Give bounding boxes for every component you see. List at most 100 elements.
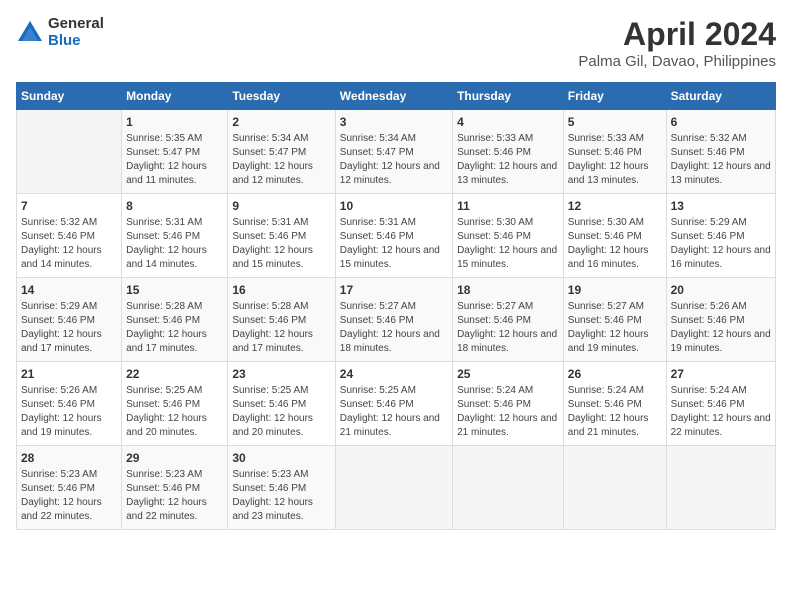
day-number: 1 bbox=[126, 115, 223, 129]
calendar-cell: 7 Sunrise: 5:32 AMSunset: 5:46 PMDayligh… bbox=[17, 194, 122, 278]
day-detail: Sunrise: 5:33 AMSunset: 5:46 PMDaylight:… bbox=[568, 132, 662, 188]
calendar-cell: 10 Sunrise: 5:31 AMSunset: 5:46 PMDaylig… bbox=[335, 194, 452, 278]
calendar-cell: 28 Sunrise: 5:23 AMSunset: 5:46 PMDaylig… bbox=[17, 446, 122, 530]
calendar-cell: 18 Sunrise: 5:27 AMSunset: 5:46 PMDaylig… bbox=[453, 278, 564, 362]
day-number: 16 bbox=[232, 283, 330, 297]
day-detail: Sunrise: 5:32 AMSunset: 5:46 PMDaylight:… bbox=[21, 216, 117, 272]
logo: General Blue bbox=[16, 16, 104, 49]
day-number: 28 bbox=[21, 451, 117, 465]
calendar-cell: 11 Sunrise: 5:30 AMSunset: 5:46 PMDaylig… bbox=[453, 194, 564, 278]
day-detail: Sunrise: 5:29 AMSunset: 5:46 PMDaylight:… bbox=[21, 300, 117, 356]
day-number: 25 bbox=[457, 367, 559, 381]
subtitle: Palma Gil, Davao, Philippines bbox=[578, 53, 776, 70]
day-detail: Sunrise: 5:33 AMSunset: 5:46 PMDaylight:… bbox=[457, 132, 559, 188]
day-number: 10 bbox=[340, 199, 448, 213]
calendar-header-row: SundayMondayTuesdayWednesdayThursdayFrid… bbox=[17, 83, 776, 110]
calendar-cell: 6 Sunrise: 5:32 AMSunset: 5:46 PMDayligh… bbox=[666, 110, 775, 194]
calendar-table: SundayMondayTuesdayWednesdayThursdayFrid… bbox=[16, 82, 776, 530]
day-detail: Sunrise: 5:23 AMSunset: 5:46 PMDaylight:… bbox=[126, 468, 223, 524]
day-number: 22 bbox=[126, 367, 223, 381]
calendar-cell: 23 Sunrise: 5:25 AMSunset: 5:46 PMDaylig… bbox=[228, 362, 335, 446]
day-number: 24 bbox=[340, 367, 448, 381]
header-wednesday: Wednesday bbox=[335, 83, 452, 110]
week-row-5: 28 Sunrise: 5:23 AMSunset: 5:46 PMDaylig… bbox=[17, 446, 776, 530]
day-number: 15 bbox=[126, 283, 223, 297]
header-tuesday: Tuesday bbox=[228, 83, 335, 110]
day-number: 29 bbox=[126, 451, 223, 465]
day-number: 7 bbox=[21, 199, 117, 213]
day-detail: Sunrise: 5:24 AMSunset: 5:46 PMDaylight:… bbox=[457, 384, 559, 440]
day-number: 9 bbox=[232, 199, 330, 213]
logo-text: General Blue bbox=[48, 16, 104, 49]
day-detail: Sunrise: 5:25 AMSunset: 5:46 PMDaylight:… bbox=[126, 384, 223, 440]
day-number: 6 bbox=[671, 115, 771, 129]
day-detail: Sunrise: 5:30 AMSunset: 5:46 PMDaylight:… bbox=[457, 216, 559, 272]
day-detail: Sunrise: 5:25 AMSunset: 5:46 PMDaylight:… bbox=[340, 384, 448, 440]
day-detail: Sunrise: 5:26 AMSunset: 5:46 PMDaylight:… bbox=[671, 300, 771, 356]
day-detail: Sunrise: 5:24 AMSunset: 5:46 PMDaylight:… bbox=[671, 384, 771, 440]
day-number: 20 bbox=[671, 283, 771, 297]
day-detail: Sunrise: 5:25 AMSunset: 5:46 PMDaylight:… bbox=[232, 384, 330, 440]
day-detail: Sunrise: 5:23 AMSunset: 5:46 PMDaylight:… bbox=[232, 468, 330, 524]
week-row-4: 21 Sunrise: 5:26 AMSunset: 5:46 PMDaylig… bbox=[17, 362, 776, 446]
day-detail: Sunrise: 5:32 AMSunset: 5:46 PMDaylight:… bbox=[671, 132, 771, 188]
day-detail: Sunrise: 5:27 AMSunset: 5:46 PMDaylight:… bbox=[457, 300, 559, 356]
day-detail: Sunrise: 5:29 AMSunset: 5:46 PMDaylight:… bbox=[671, 216, 771, 272]
calendar-cell: 26 Sunrise: 5:24 AMSunset: 5:46 PMDaylig… bbox=[563, 362, 666, 446]
calendar-cell: 29 Sunrise: 5:23 AMSunset: 5:46 PMDaylig… bbox=[122, 446, 228, 530]
calendar-cell: 14 Sunrise: 5:29 AMSunset: 5:46 PMDaylig… bbox=[17, 278, 122, 362]
calendar-cell: 25 Sunrise: 5:24 AMSunset: 5:46 PMDaylig… bbox=[453, 362, 564, 446]
header-thursday: Thursday bbox=[453, 83, 564, 110]
calendar-cell: 21 Sunrise: 5:26 AMSunset: 5:46 PMDaylig… bbox=[17, 362, 122, 446]
calendar-cell: 15 Sunrise: 5:28 AMSunset: 5:46 PMDaylig… bbox=[122, 278, 228, 362]
calendar-cell: 20 Sunrise: 5:26 AMSunset: 5:46 PMDaylig… bbox=[666, 278, 775, 362]
calendar-cell: 9 Sunrise: 5:31 AMSunset: 5:46 PMDayligh… bbox=[228, 194, 335, 278]
calendar-cell: 16 Sunrise: 5:28 AMSunset: 5:46 PMDaylig… bbox=[228, 278, 335, 362]
calendar-cell: 12 Sunrise: 5:30 AMSunset: 5:46 PMDaylig… bbox=[563, 194, 666, 278]
day-detail: Sunrise: 5:34 AMSunset: 5:47 PMDaylight:… bbox=[232, 132, 330, 188]
day-number: 21 bbox=[21, 367, 117, 381]
week-row-3: 14 Sunrise: 5:29 AMSunset: 5:46 PMDaylig… bbox=[17, 278, 776, 362]
logo-blue-text: Blue bbox=[48, 33, 104, 50]
day-number: 13 bbox=[671, 199, 771, 213]
day-detail: Sunrise: 5:30 AMSunset: 5:46 PMDaylight:… bbox=[568, 216, 662, 272]
calendar-cell: 13 Sunrise: 5:29 AMSunset: 5:46 PMDaylig… bbox=[666, 194, 775, 278]
day-number: 8 bbox=[126, 199, 223, 213]
calendar-cell: 4 Sunrise: 5:33 AMSunset: 5:46 PMDayligh… bbox=[453, 110, 564, 194]
calendar-cell: 19 Sunrise: 5:27 AMSunset: 5:46 PMDaylig… bbox=[563, 278, 666, 362]
day-detail: Sunrise: 5:31 AMSunset: 5:46 PMDaylight:… bbox=[340, 216, 448, 272]
week-row-1: 1 Sunrise: 5:35 AMSunset: 5:47 PMDayligh… bbox=[17, 110, 776, 194]
day-number: 3 bbox=[340, 115, 448, 129]
day-number: 17 bbox=[340, 283, 448, 297]
day-detail: Sunrise: 5:27 AMSunset: 5:46 PMDaylight:… bbox=[568, 300, 662, 356]
calendar-cell: 8 Sunrise: 5:31 AMSunset: 5:46 PMDayligh… bbox=[122, 194, 228, 278]
day-detail: Sunrise: 5:35 AMSunset: 5:47 PMDaylight:… bbox=[126, 132, 223, 188]
day-detail: Sunrise: 5:28 AMSunset: 5:46 PMDaylight:… bbox=[126, 300, 223, 356]
logo-general-text: General bbox=[48, 16, 104, 33]
day-number: 26 bbox=[568, 367, 662, 381]
day-number: 2 bbox=[232, 115, 330, 129]
calendar-cell bbox=[563, 446, 666, 530]
calendar-cell: 24 Sunrise: 5:25 AMSunset: 5:46 PMDaylig… bbox=[335, 362, 452, 446]
calendar-cell: 17 Sunrise: 5:27 AMSunset: 5:46 PMDaylig… bbox=[335, 278, 452, 362]
day-detail: Sunrise: 5:23 AMSunset: 5:46 PMDaylight:… bbox=[21, 468, 117, 524]
day-number: 18 bbox=[457, 283, 559, 297]
week-row-2: 7 Sunrise: 5:32 AMSunset: 5:46 PMDayligh… bbox=[17, 194, 776, 278]
day-number: 19 bbox=[568, 283, 662, 297]
calendar-cell: 27 Sunrise: 5:24 AMSunset: 5:46 PMDaylig… bbox=[666, 362, 775, 446]
logo-icon bbox=[16, 19, 44, 47]
day-number: 30 bbox=[232, 451, 330, 465]
header-friday: Friday bbox=[563, 83, 666, 110]
calendar-cell: 22 Sunrise: 5:25 AMSunset: 5:46 PMDaylig… bbox=[122, 362, 228, 446]
calendar-cell bbox=[453, 446, 564, 530]
calendar-cell: 1 Sunrise: 5:35 AMSunset: 5:47 PMDayligh… bbox=[122, 110, 228, 194]
calendar-cell: 3 Sunrise: 5:34 AMSunset: 5:47 PMDayligh… bbox=[335, 110, 452, 194]
header-monday: Monday bbox=[122, 83, 228, 110]
header-saturday: Saturday bbox=[666, 83, 775, 110]
page-header: General Blue April 2024 Palma Gil, Davao… bbox=[16, 16, 776, 70]
calendar-cell bbox=[335, 446, 452, 530]
day-detail: Sunrise: 5:27 AMSunset: 5:46 PMDaylight:… bbox=[340, 300, 448, 356]
calendar-cell bbox=[666, 446, 775, 530]
header-sunday: Sunday bbox=[17, 83, 122, 110]
calendar-cell bbox=[17, 110, 122, 194]
